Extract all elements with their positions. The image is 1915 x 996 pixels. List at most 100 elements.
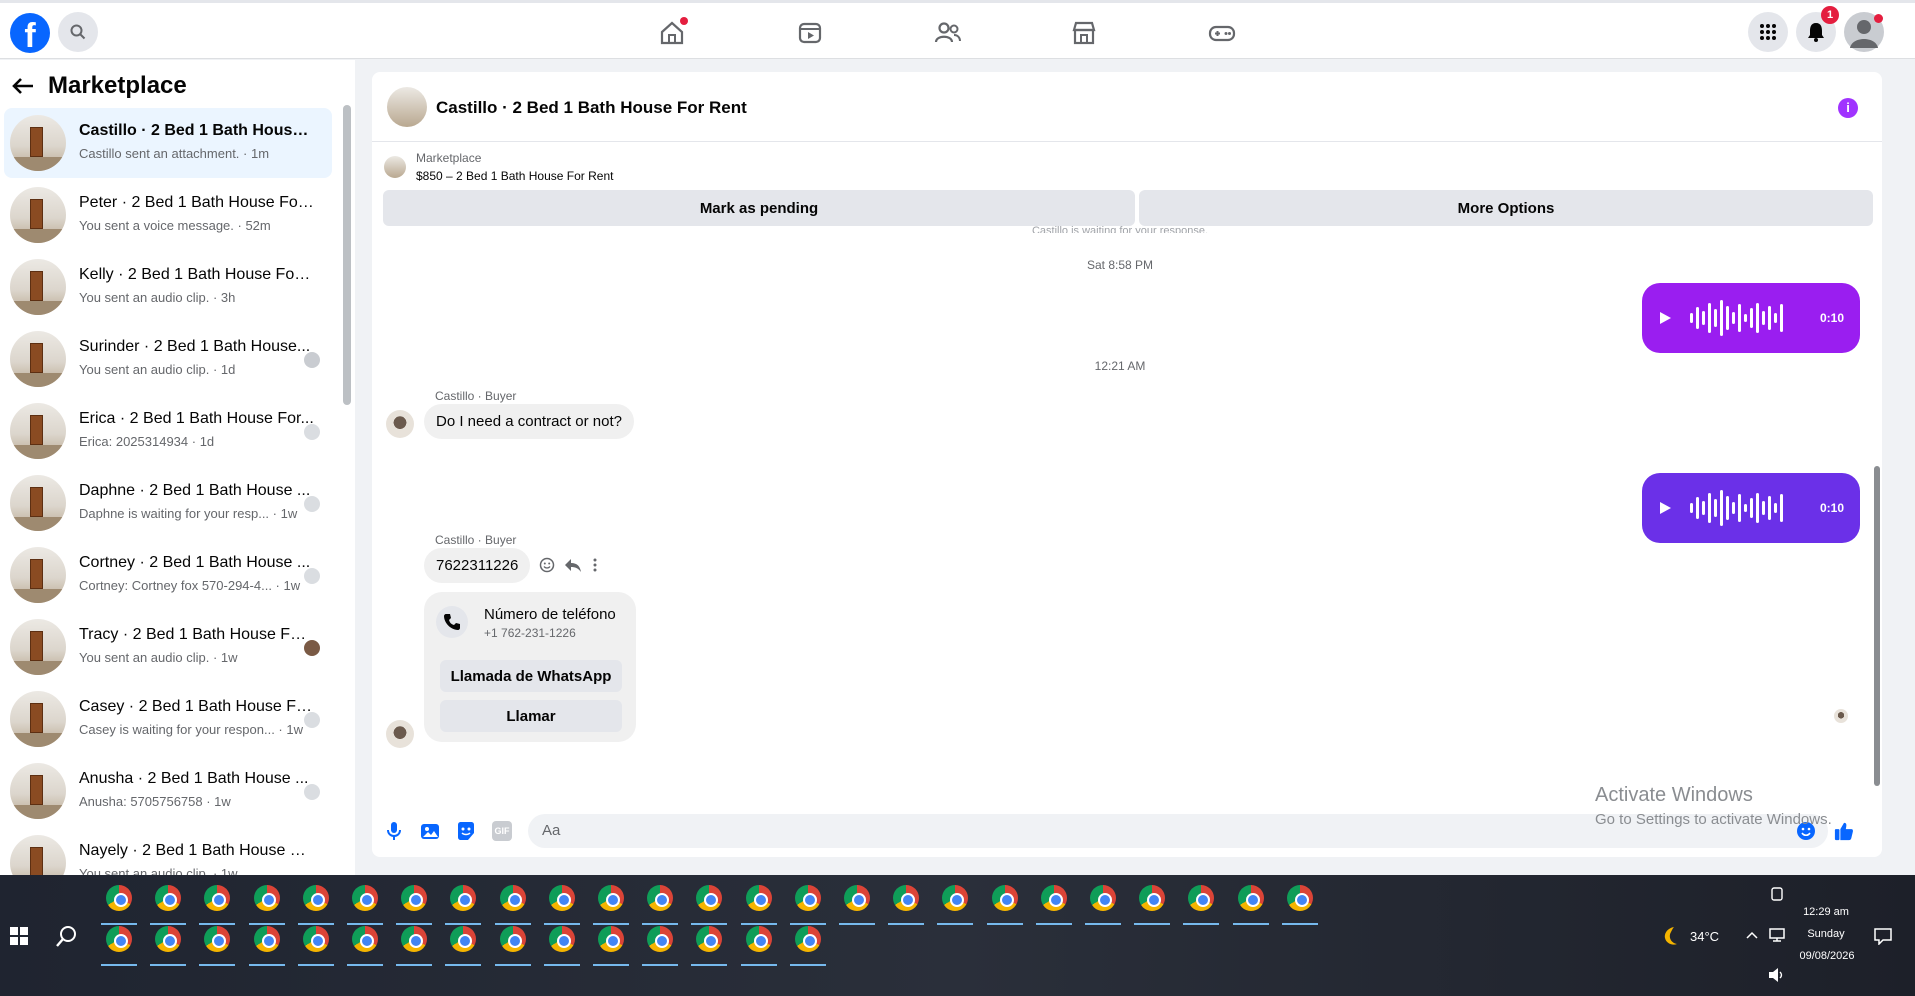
- taskbar-app-icon[interactable]: [794, 885, 821, 911]
- voice-message[interactable]: 0:10: [1642, 473, 1860, 543]
- taskbar-app-icon[interactable]: [647, 885, 674, 911]
- taskbar-app-icon[interactable]: [548, 926, 575, 952]
- conversation-item[interactable]: Peter · 2 Bed 1 Bath House For R... You s…: [4, 180, 332, 250]
- taskbar-app-icon[interactable]: [1090, 885, 1116, 911]
- react-emoji-icon[interactable]: [539, 557, 555, 573]
- taskbar-app-icon[interactable]: [893, 885, 920, 911]
- taskbar-app-icon[interactable]: [647, 926, 674, 952]
- conversation-item[interactable]: Surinder · 2 Bed 1 Bath House... You sent…: [4, 324, 332, 394]
- weather-temperature[interactable]: 34°C: [1690, 929, 1719, 944]
- photo-icon[interactable]: [420, 821, 440, 841]
- taskbar-app-icon[interactable]: [253, 926, 280, 952]
- listing-summary[interactable]: Marketplace $850 – 2 Bed 1 Bath House Fo…: [384, 151, 613, 183]
- taskbar-app-icon[interactable]: [598, 885, 624, 911]
- taskbar-app-icon[interactable]: [598, 926, 624, 952]
- incoming-message[interactable]: 7622311226: [424, 548, 531, 583]
- chat-scrollbar[interactable]: [1874, 466, 1880, 786]
- taskbar-app-icon[interactable]: [745, 926, 772, 952]
- tray-chevron-up-icon[interactable]: [1746, 930, 1758, 940]
- sidebar-scrollbar[interactable]: [343, 105, 351, 405]
- nav-gaming[interactable]: [1206, 17, 1238, 49]
- more-dots-icon[interactable]: [592, 557, 598, 573]
- chat-title[interactable]: Castillo · 2 Bed 1 Bath House For Rent: [436, 98, 747, 118]
- taskbar-app-icon[interactable]: [1188, 885, 1215, 911]
- conversation-item[interactable]: Erica · 2 Bed 1 Bath House For... Erica: …: [4, 396, 332, 466]
- taskbar-app-icon[interactable]: [450, 926, 477, 952]
- microphone-icon[interactable]: [384, 821, 404, 841]
- conversation-item[interactable]: Anusha · 2 Bed 1 Bath House ... Anusha: 5…: [4, 756, 332, 826]
- taskbar-app-icon[interactable]: [401, 926, 428, 952]
- nav-video[interactable]: [794, 17, 826, 49]
- taskbar-app-icon[interactable]: [548, 885, 575, 911]
- nav-marketplace[interactable]: [1068, 17, 1100, 49]
- taskbar-app-icon[interactable]: [499, 885, 526, 911]
- taskbar-app-icon[interactable]: [1286, 885, 1313, 911]
- listing-avatar[interactable]: [387, 87, 427, 127]
- network-icon[interactable]: [1768, 927, 1786, 943]
- menu-button[interactable]: [1748, 12, 1788, 52]
- conversation-item[interactable]: Casey · 2 Bed 1 Bath House Fo... Casey is…: [4, 684, 332, 754]
- taskbar-app-icon[interactable]: [204, 885, 231, 911]
- notification-center-icon[interactable]: [1874, 927, 1892, 945]
- volume-icon[interactable]: [1768, 967, 1786, 983]
- taskbar-app-icon[interactable]: [155, 885, 182, 911]
- search-icon: [70, 24, 86, 40]
- taskbar-app-icon[interactable]: [450, 885, 477, 911]
- incoming-message[interactable]: Do I need a contract or not?: [424, 404, 634, 439]
- conversation-item[interactable]: Nayely · 2 Bed 1 Bath House For ... You s…: [4, 828, 332, 875]
- windows-start-icon[interactable]: [10, 927, 28, 945]
- conversation-name: Daphne · 2 Bed 1 Bath House ...: [79, 482, 311, 499]
- conversation-item[interactable]: Daphne · 2 Bed 1 Bath House ... Daphne is…: [4, 468, 332, 538]
- mark-pending-button[interactable]: Mark as pending: [383, 190, 1135, 226]
- taskbar-app-icon[interactable]: [696, 926, 723, 952]
- taskbar-app-icon[interactable]: [106, 926, 132, 952]
- search-button[interactable]: [58, 12, 98, 52]
- call-button[interactable]: Llamar: [440, 700, 622, 732]
- back-arrow-icon[interactable]: [12, 77, 34, 95]
- taskbar-app-icon[interactable]: [253, 885, 280, 911]
- notifications-button[interactable]: 1: [1796, 6, 1839, 52]
- taskbar-app-icon[interactable]: [401, 885, 428, 911]
- taskbar-search-icon[interactable]: [56, 925, 78, 947]
- taskbar-app-icon[interactable]: [991, 885, 1018, 911]
- taskbar-app-icon[interactable]: [302, 885, 329, 911]
- play-icon[interactable]: [1658, 311, 1672, 325]
- play-icon[interactable]: [1658, 501, 1672, 515]
- sticker-icon[interactable]: [456, 821, 476, 841]
- account-button[interactable]: [1844, 12, 1884, 52]
- taskbar-app-icon[interactable]: [1139, 885, 1166, 911]
- voice-message[interactable]: 0:10: [1642, 283, 1860, 353]
- taskbar-app-icon[interactable]: [1040, 885, 1067, 911]
- conversation-item[interactable]: Tracy · 2 Bed 1 Bath House For... You sen…: [4, 612, 332, 682]
- nav-home[interactable]: [656, 17, 688, 49]
- facebook-logo[interactable]: f: [10, 13, 50, 53]
- taskbar-app-icon[interactable]: [204, 926, 231, 952]
- taskbar-app-icon[interactable]: [352, 926, 378, 952]
- conversation-item[interactable]: Castillo · 2 Bed 1 Bath House For... Cast…: [4, 108, 332, 178]
- gif-icon[interactable]: GIF: [492, 821, 512, 841]
- phone-icon-wrap: [436, 606, 468, 638]
- taskbar-app-icon[interactable]: [1237, 885, 1264, 911]
- taskbar-app-icon[interactable]: [155, 926, 182, 952]
- task-view-icon[interactable]: [1770, 887, 1784, 901]
- taskbar-app-icon[interactable]: [745, 885, 772, 911]
- taskbar-app-icon[interactable]: [302, 926, 329, 952]
- taskbar-app-icon[interactable]: [844, 885, 870, 911]
- taskbar-app-icon[interactable]: [352, 885, 378, 911]
- sender-avatar[interactable]: [386, 720, 414, 748]
- thumbs-up-icon[interactable]: [1834, 821, 1854, 841]
- sender-avatar[interactable]: [386, 410, 414, 438]
- reply-icon[interactable]: [564, 557, 582, 573]
- more-options-button[interactable]: More Options: [1139, 190, 1873, 226]
- taskbar-app-icon[interactable]: [942, 885, 969, 911]
- nav-friends[interactable]: [932, 17, 964, 49]
- taskbar-app-icon[interactable]: [499, 926, 526, 952]
- taskbar-app-icon[interactable]: [794, 926, 821, 952]
- conversation-item[interactable]: Cortney · 2 Bed 1 Bath House ... Cortney:…: [4, 540, 332, 610]
- taskbar-app-icon[interactable]: [106, 885, 132, 911]
- conversation-item[interactable]: Kelly · 2 Bed 1 Bath House For R... You s…: [4, 252, 332, 322]
- clock-time[interactable]: 12:29 am: [1800, 906, 1852, 918]
- info-icon[interactable]: i: [1838, 98, 1858, 118]
- taskbar-app-icon[interactable]: [696, 885, 723, 911]
- whatsapp-call-button[interactable]: Llamada de WhatsApp: [440, 660, 622, 692]
